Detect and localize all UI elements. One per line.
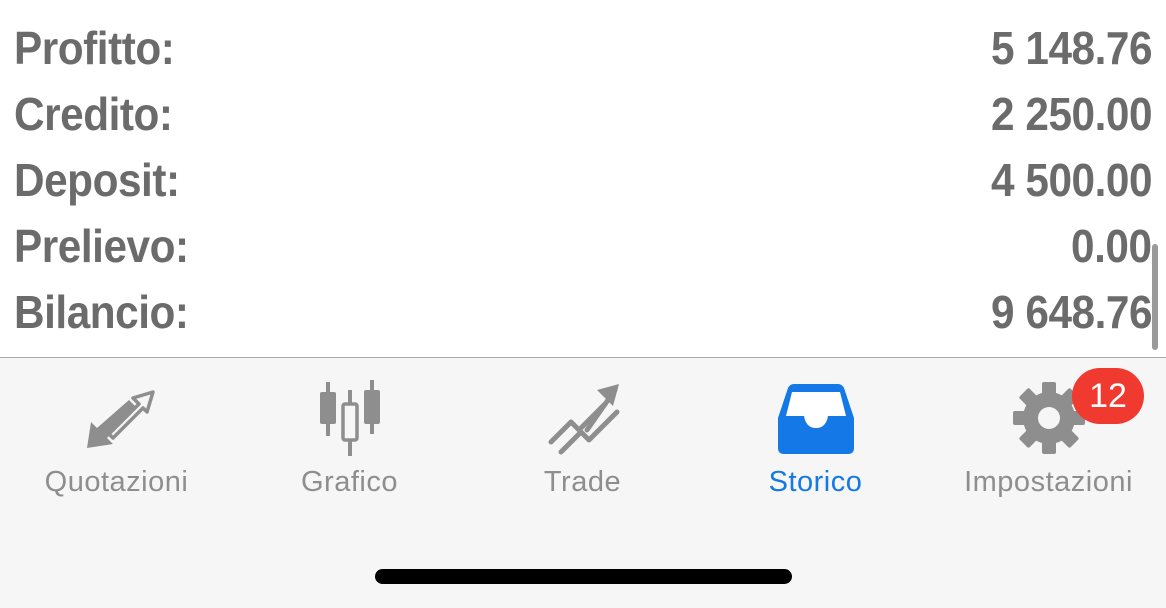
profit-value: 5 148.76: [990, 22, 1153, 74]
tab-grafico[interactable]: Grafico: [233, 358, 466, 508]
quotes-arrows-icon: [77, 378, 157, 458]
summary-row-profit: Profitto: 5 148.76: [14, 15, 1152, 81]
tab-storico[interactable]: Storico: [699, 358, 932, 508]
screen: Profitto: 5 148.76 Credito: 2 250.00 Dep…: [0, 0, 1166, 608]
credit-value: 2 250.00: [990, 88, 1153, 140]
home-indicator[interactable]: [375, 569, 792, 584]
credit-label: Credito:: [14, 88, 173, 140]
tab-label-trade: Trade: [543, 466, 622, 498]
profit-label: Profitto:: [14, 22, 175, 74]
summary-row-deposit: Deposit: 4 500.00: [14, 147, 1152, 213]
candlestick-chart-icon: [310, 378, 390, 458]
tab-label-quotazioni: Quotazioni: [44, 466, 189, 498]
settings-notification-badge: 12: [1072, 368, 1144, 424]
tab-label-storico: Storico: [768, 466, 863, 498]
deposit-value: 4 500.00: [990, 154, 1153, 206]
trade-trend-icon: [543, 378, 623, 458]
balance-label: Bilancio:: [14, 286, 189, 338]
scroll-indicator[interactable]: [1152, 244, 1158, 350]
tab-label-impostazioni: Impostazioni: [964, 466, 1133, 498]
withdrawal-value: 0.00: [1071, 220, 1152, 272]
summary-row-credit: Credito: 2 250.00: [14, 81, 1152, 147]
balance-value: 9 648.76: [990, 286, 1153, 338]
deposit-label: Deposit:: [14, 154, 180, 206]
withdrawal-label: Prelievo:: [14, 220, 189, 272]
tab-quotazioni[interactable]: Quotazioni: [0, 358, 233, 508]
summary-row-withdrawal: Prelievo: 0.00: [14, 213, 1152, 279]
account-summary: Profitto: 5 148.76 Credito: 2 250.00 Dep…: [0, 0, 1166, 358]
summary-row-balance: Bilancio: 9 648.76: [14, 279, 1152, 345]
tab-label-grafico: Grafico: [301, 466, 398, 498]
tab-trade[interactable]: Trade: [466, 358, 699, 508]
inbox-tray-icon: [776, 378, 856, 458]
